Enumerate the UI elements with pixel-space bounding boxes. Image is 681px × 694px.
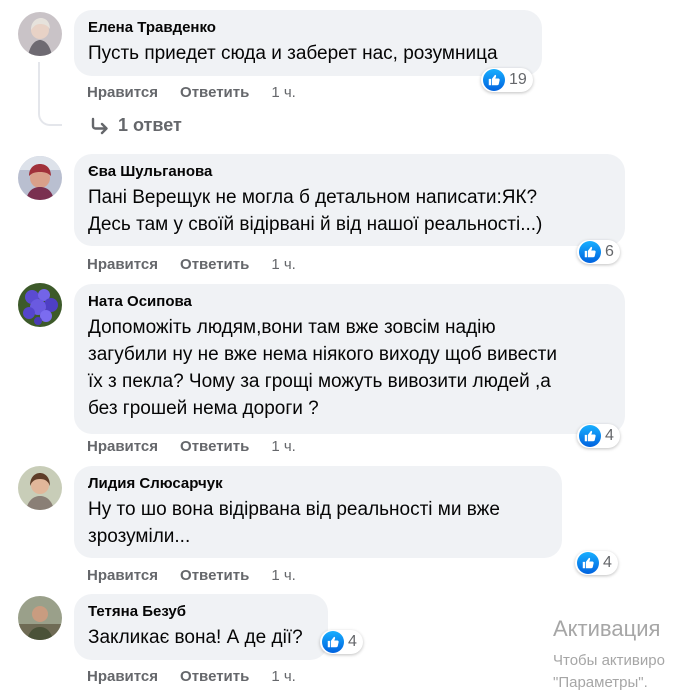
comment-text: Допоможіть людям,вони там вже зовсім над… [88,314,611,422]
reaction-count-badge[interactable]: 6 [577,240,620,264]
comment-bubble: Лидия Слюсарчук Ну то шо вона відірвана … [74,466,562,558]
comment-text-line: їх з пекла? Чому за грощі можуть вивозит… [88,371,551,392]
reaction-count: 19 [509,71,527,88]
activation-watermark-line: Чтобы активиро [553,652,665,669]
like-thumb-icon [322,631,344,653]
comment-bubble: Єва Шульганова Пані Верещук не могла б д… [74,154,625,246]
like-button[interactable]: Нравится [87,438,158,456]
reaction-count: 4 [348,633,357,650]
reaction-count-badge[interactable]: 4 [320,630,363,654]
comment-author[interactable]: Єва Шульганова [88,162,611,182]
comment-bubble: Тетяна Безуб Закликає вона! А де дії? [74,594,328,660]
reply-button[interactable]: Ответить [180,256,249,274]
avatar[interactable] [18,12,62,56]
activation-watermark-line: "Параметры". [553,674,648,691]
like-thumb-icon [483,69,505,91]
comment-text-line: загубили ну не вже нема ніякого виходу щ… [88,344,557,365]
comment-time[interactable]: 1 ч. [271,256,296,274]
reaction-count-badge[interactable]: 4 [575,551,618,575]
comment-text: Ну то шо вона відірвана від реальності м… [88,496,548,550]
like-thumb-icon [577,552,599,574]
comment-text-line: Пані Верещук не могла б детальном написа… [88,187,538,208]
activation-watermark-text: Чтобы активиро "Параметры". [553,650,665,694]
comment-author[interactable]: Тетяна Безуб [88,602,314,622]
comment-actions: Нравится Ответить 1 ч. [87,84,296,102]
comment-actions: Нравится Ответить 1 ч. [87,438,296,456]
replies-count-label: 1 ответ [118,115,182,135]
reply-button[interactable]: Ответить [180,84,249,102]
comment-text: Пусть приедет сюда и заберет нас, розумн… [88,43,498,64]
comment-text: Закликає вона! А де дії? [88,627,303,648]
view-replies-link[interactable]: 1 ответ [90,115,182,136]
reply-button[interactable]: Ответить [180,438,249,456]
like-button[interactable]: Нравится [87,256,158,274]
like-button[interactable]: Нравится [87,84,158,102]
avatar[interactable] [18,156,62,200]
reaction-count-badge[interactable]: 4 [577,424,620,448]
comment-actions: Нравится Ответить 1 ч. [87,256,296,274]
comment-time[interactable]: 1 ч. [271,438,296,456]
reply-arrow-icon [91,117,108,134]
avatar[interactable] [18,596,62,640]
reply-button[interactable]: Ответить [180,668,249,686]
reaction-count: 4 [603,554,612,571]
like-button[interactable]: Нравится [87,668,158,686]
comment-text: Пані Верещук не могла б детальном написа… [88,184,611,238]
like-button[interactable]: Нравится [87,567,158,585]
reaction-count-badge[interactable]: 19 [481,68,533,92]
comment-text-line: Ну то шо вона відірвана від реальності м… [88,499,500,520]
comment-author[interactable]: Ната Осипова [88,292,611,312]
reply-button[interactable]: Ответить [180,567,249,585]
like-thumb-icon [579,241,601,263]
comment-time[interactable]: 1 ч. [271,567,296,585]
comment-author[interactable]: Лидия Слюсарчук [88,474,548,494]
comment-time[interactable]: 1 ч. [271,84,296,102]
comment-bubble: Елена Травденко Пусть приедет сюда и заб… [74,10,542,76]
avatar[interactable] [18,283,62,327]
avatar[interactable] [18,466,62,510]
comment-text-line: зрозуміли... [88,526,191,547]
comment-text-line: без грошей нема дороги ? [88,398,319,419]
comment-author[interactable]: Елена Травденко [88,18,528,38]
reaction-count: 6 [605,243,614,260]
reaction-count: 4 [605,427,614,444]
comment-text-line: Десь там у своїй відірвані й від нашої р… [88,214,543,235]
comment-time[interactable]: 1 ч. [271,668,296,686]
comment-text-line: Допоможіть людям,вони там вже зовсім над… [88,317,496,338]
thread-line [38,62,62,126]
comment-actions: Нравится Ответить 1 ч. [87,668,296,686]
activation-watermark-title: Активация [553,616,661,641]
like-thumb-icon [579,425,601,447]
comment-actions: Нравится Ответить 1 ч. [87,567,296,585]
comment-bubble: Ната Осипова Допоможіть людям,вони там в… [74,284,625,434]
